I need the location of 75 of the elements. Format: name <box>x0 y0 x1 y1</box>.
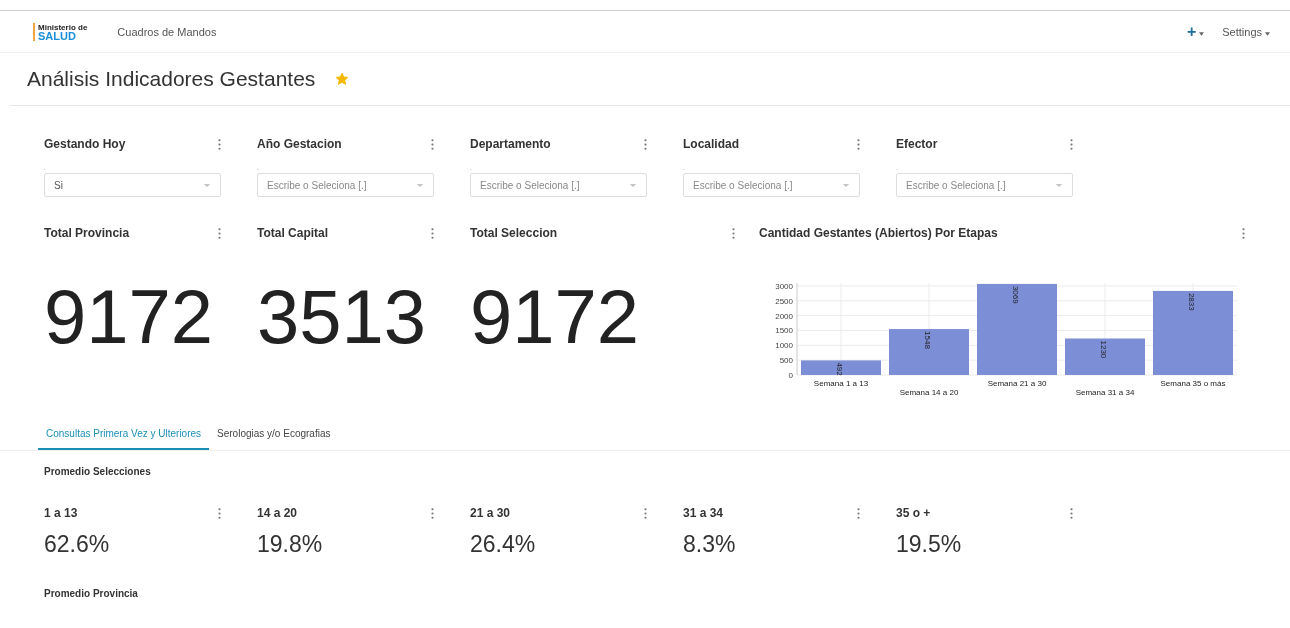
filter-title: Gestando Hoy <box>44 137 126 151</box>
caret-icon <box>203 182 211 188</box>
caret-icon <box>416 182 424 188</box>
total-value: 9172 <box>44 279 215 355</box>
x-axis-label: Semana 21 a 30 <box>987 379 1047 388</box>
logo: Ministerio de SALUD <box>33 22 88 41</box>
y-tick-label: 2000 <box>775 311 793 321</box>
kpi-title: 14 a 20 <box>257 506 298 520</box>
more-options-icon[interactable] <box>857 138 860 150</box>
x-axis-label: Semana 31 a 34 <box>1075 388 1135 397</box>
filter-title: Localidad <box>683 137 739 151</box>
data-label: 492 <box>835 362 844 376</box>
y-tick-label: 1500 <box>775 326 793 336</box>
caret-icon <box>1199 31 1205 36</box>
tab[interactable]: Serologias y/o Ecografias <box>209 420 339 450</box>
more-options-icon[interactable] <box>431 138 434 150</box>
kpi-title: 31 a 34 <box>683 506 724 520</box>
data-label: 1548 <box>923 331 932 349</box>
total-title: Total Capital <box>257 226 329 240</box>
more-options-icon[interactable] <box>218 507 221 519</box>
more-options-icon[interactable] <box>218 227 221 239</box>
x-axis-label: Semana 35 o más <box>1160 379 1226 388</box>
kpi-title: 1 a 13 <box>44 506 78 520</box>
kpi-title: 21 a 30 <box>470 506 511 520</box>
select-field[interactable]: Escribe o Seleciona [.] <box>257 173 434 197</box>
caret-icon <box>842 182 850 188</box>
x-axis-label: Semana 1 a 13 <box>813 379 869 388</box>
total-title: Total Seleccion <box>470 226 558 240</box>
caret-icon <box>1055 182 1063 188</box>
more-options-icon[interactable] <box>431 507 434 519</box>
total-value: 9172 <box>470 279 641 355</box>
kpi-title: 35 o + <box>896 506 931 520</box>
filter-title: Departamento <box>470 137 551 151</box>
kpi-value: 26.4% <box>470 531 537 558</box>
select-field[interactable]: Escribe o Seleciona [.] <box>896 173 1073 197</box>
y-tick-label: 3000 <box>775 281 793 291</box>
more-options-icon[interactable] <box>857 507 860 519</box>
caret-icon <box>629 182 637 188</box>
kpi-value: 19.5% <box>896 531 963 558</box>
more-options-icon[interactable] <box>644 138 647 150</box>
kpi-value: 19.8% <box>257 531 324 558</box>
nav-link[interactable]: Cuadros de Mandos <box>117 25 217 38</box>
kpi-value: 62.6% <box>44 531 111 558</box>
more-options-icon[interactable] <box>1070 138 1073 150</box>
section-title: Promedio Selecciones <box>43 466 152 477</box>
y-tick-label: 500 <box>779 356 793 366</box>
y-tick-label: 0 <box>788 371 793 380</box>
page-title: Análisis Indicadores Gestantes <box>27 67 316 91</box>
select-field[interactable]: Escribe o Seleciona [.] <box>470 173 647 197</box>
more-options-icon[interactable] <box>1070 507 1073 519</box>
filter-title: Año Gestacion <box>257 137 342 151</box>
total-title: Total Provincia <box>44 226 130 240</box>
settings-menu[interactable]: Settings <box>1222 25 1270 38</box>
data-label: 1230 <box>1099 340 1108 359</box>
add-menu[interactable]: + <box>1186 22 1205 41</box>
chart-title: Cantidad Gestantes (Abiertos) Por Etapas <box>759 226 998 240</box>
more-options-icon[interactable] <box>431 227 434 239</box>
more-options-icon[interactable] <box>644 507 647 519</box>
select-field[interactable]: Escribe o Seleciona [.] <box>683 173 860 197</box>
favorite-star-icon[interactable] <box>335 72 350 86</box>
select-field[interactable]: Si <box>44 173 221 197</box>
caret-icon <box>1265 31 1270 36</box>
x-axis-label: Semana 14 a 20 <box>899 388 959 397</box>
data-label: 2833 <box>1187 292 1196 311</box>
filter-title: Efector <box>896 137 938 151</box>
more-options-icon[interactable] <box>1242 227 1245 239</box>
y-tick-label: 2500 <box>775 296 793 306</box>
tab[interactable]: Consultas Primera Vez y Ulteriores <box>38 420 210 450</box>
y-tick-label: 1000 <box>775 341 793 351</box>
more-options-icon[interactable] <box>218 138 221 150</box>
total-value: 3513 <box>257 279 428 355</box>
data-label: 3069 <box>1011 285 1020 304</box>
kpi-value: 8.3% <box>683 531 737 558</box>
section-title: Promedio Provincia <box>43 588 139 599</box>
more-options-icon[interactable] <box>732 227 735 239</box>
